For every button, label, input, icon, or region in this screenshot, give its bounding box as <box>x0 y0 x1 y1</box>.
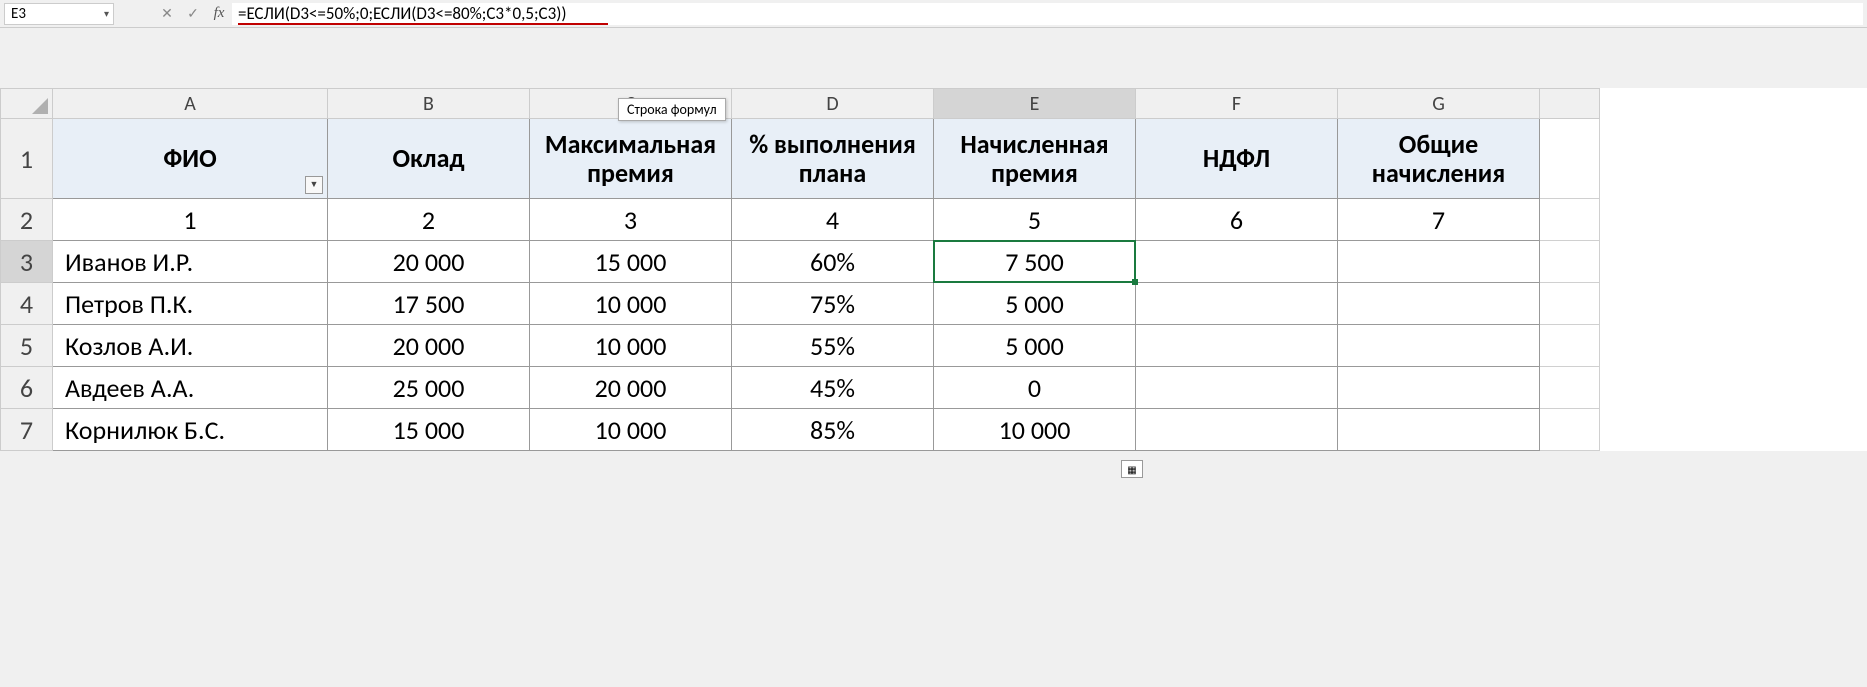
col-header-F[interactable]: F <box>1136 89 1338 119</box>
cell-H6[interactable] <box>1540 367 1600 409</box>
formula-text: =ЕСЛИ(D3<=50%;0;ЕСЛИ(D3<=80%;C3*0,5;C3)) <box>238 3 567 24</box>
cell-E3[interactable]: 7 500 <box>934 241 1136 283</box>
row-header-4[interactable]: 4 <box>1 283 53 325</box>
autofilter-icon[interactable]: ▼ <box>305 176 323 194</box>
cell-D4[interactable]: 75% <box>732 283 934 325</box>
cell-B5[interactable]: 20 000 <box>328 325 530 367</box>
fx-icon[interactable]: fx <box>206 3 232 25</box>
formula-bar: E3 ✕ ✓ fx =ЕСЛИ(D3<=50%;0;ЕСЛИ(D3<=80%;C… <box>0 0 1867 28</box>
cell-C2[interactable]: 3 <box>530 199 732 241</box>
name-box[interactable]: E3 <box>4 3 114 25</box>
col-header-extra[interactable] <box>1540 89 1600 119</box>
cell-C6[interactable]: 20 000 <box>530 367 732 409</box>
cell-G6[interactable] <box>1338 367 1540 409</box>
row-header-5[interactable]: 5 <box>1 325 53 367</box>
cell-C5[interactable]: 10 000 <box>530 325 732 367</box>
cell-F2[interactable]: 6 <box>1136 199 1338 241</box>
cell-F6[interactable] <box>1136 367 1338 409</box>
cell-A3[interactable]: Иванов И.Р. <box>53 241 328 283</box>
select-all-corner[interactable] <box>1 89 53 119</box>
autofill-options-icon[interactable]: ▦ <box>1121 460 1143 478</box>
cell-F3[interactable] <box>1136 241 1338 283</box>
cell-A6[interactable]: Авдеев А.А. <box>53 367 328 409</box>
cell-F7[interactable] <box>1136 409 1338 451</box>
cell-H3[interactable] <box>1540 241 1600 283</box>
cell-H7[interactable] <box>1540 409 1600 451</box>
cell-E7[interactable]: 10 000 ▦ <box>934 409 1136 451</box>
cell-H4[interactable] <box>1540 283 1600 325</box>
cell-F4[interactable] <box>1136 283 1338 325</box>
cell-G3[interactable] <box>1338 241 1540 283</box>
cell-E2[interactable]: 5 <box>934 199 1136 241</box>
row-header-6[interactable]: 6 <box>1 367 53 409</box>
cell-H2[interactable] <box>1540 199 1600 241</box>
cell-H1[interactable] <box>1540 119 1600 199</box>
cell-E1[interactable]: Начисленная премия <box>934 119 1136 199</box>
cell-C3[interactable]: 15 000 <box>530 241 732 283</box>
spreadsheet-grid[interactable]: A B C D E F G 1 ФИО ▼ Оклад Максимальная… <box>0 88 1867 451</box>
cell-E6[interactable]: 0 <box>934 367 1136 409</box>
formula-input[interactable]: =ЕСЛИ(D3<=50%;0;ЕСЛИ(D3<=80%;C3*0,5;C3)) <box>232 3 1863 25</box>
cell-A5[interactable]: Козлов А.И. <box>53 325 328 367</box>
cell-H5[interactable] <box>1540 325 1600 367</box>
row-header-1[interactable]: 1 <box>1 119 53 199</box>
row-header-3[interactable]: 3 <box>1 241 53 283</box>
cell-D1[interactable]: % выполнения плана <box>732 119 934 199</box>
col-header-G[interactable]: G <box>1338 89 1540 119</box>
col-header-B[interactable]: B <box>328 89 530 119</box>
cell-B7[interactable]: 15 000 <box>328 409 530 451</box>
cell-D5[interactable]: 55% <box>732 325 934 367</box>
cell-G4[interactable] <box>1338 283 1540 325</box>
cell-B2[interactable]: 2 <box>328 199 530 241</box>
cell-F5[interactable] <box>1136 325 1338 367</box>
col-header-D[interactable]: D <box>732 89 934 119</box>
cell-D6[interactable]: 45% <box>732 367 934 409</box>
enter-icon[interactable]: ✓ <box>180 3 206 25</box>
col-header-E[interactable]: E <box>934 89 1136 119</box>
cell-G2[interactable]: 7 <box>1338 199 1540 241</box>
cell-A7[interactable]: Корнилюк Б.С. <box>53 409 328 451</box>
formula-underline <box>238 23 608 25</box>
cell-D2[interactable]: 4 <box>732 199 934 241</box>
formula-bar-tooltip: Строка формул <box>618 98 726 121</box>
cell-B3[interactable]: 20 000 <box>328 241 530 283</box>
cell-C1[interactable]: Максимальная премия <box>530 119 732 199</box>
col-header-A[interactable]: A <box>53 89 328 119</box>
row-header-2[interactable]: 2 <box>1 199 53 241</box>
cancel-icon[interactable]: ✕ <box>154 3 180 25</box>
cell-B4[interactable]: 17 500 <box>328 283 530 325</box>
cell-E5[interactable]: 5 000 <box>934 325 1136 367</box>
cell-E4[interactable]: 5 000 <box>934 283 1136 325</box>
cell-G7[interactable] <box>1338 409 1540 451</box>
cell-B6[interactable]: 25 000 <box>328 367 530 409</box>
cell-A2[interactable]: 1 <box>53 199 328 241</box>
cell-F1[interactable]: НДФЛ <box>1136 119 1338 199</box>
cell-B1[interactable]: Оклад <box>328 119 530 199</box>
header-fio: ФИО <box>163 142 216 174</box>
cell-A4[interactable]: Петров П.К. <box>53 283 328 325</box>
row-header-7[interactable]: 7 <box>1 409 53 451</box>
cell-D7[interactable]: 85% <box>732 409 934 451</box>
cell-C4[interactable]: 10 000 <box>530 283 732 325</box>
cell-G5[interactable] <box>1338 325 1540 367</box>
cell-A1[interactable]: ФИО ▼ <box>53 119 328 199</box>
cell-D3[interactable]: 60% <box>732 241 934 283</box>
cell-C7[interactable]: 10 000 <box>530 409 732 451</box>
cell-G1[interactable]: Общие начисления <box>1338 119 1540 199</box>
